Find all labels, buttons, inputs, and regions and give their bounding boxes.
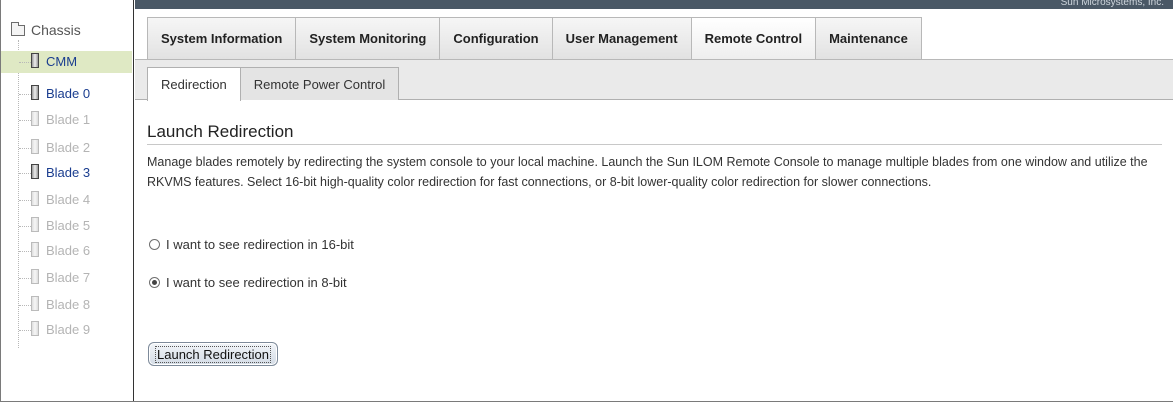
option-label: I want to see redirection in 8-bit: [166, 274, 347, 290]
tree-item-label: Blade 4: [46, 192, 91, 207]
blade-icon: [31, 111, 39, 126]
blade-icon: [31, 321, 39, 336]
launch-button-label: Launch Redirection: [155, 345, 272, 363]
subtab-redirection[interactable]: Redirection: [147, 67, 241, 101]
subtab-remote-power-control[interactable]: Remote Power Control: [240, 67, 400, 100]
tree-item-blade-9: Blade 9: [1, 319, 132, 341]
tree-item-cmm[interactable]: CMM: [1, 51, 132, 73]
blade-icon: [31, 139, 39, 154]
chassis-tree-sidebar: Chassis CMM Blade 0 Blade 1 Blade 2 Blad…: [1, 0, 134, 401]
tab-configuration[interactable]: Configuration: [439, 17, 552, 60]
folder-icon: [11, 21, 25, 36]
tree-item-label: Blade 8: [46, 297, 91, 312]
radio-button-selected[interactable]: [149, 276, 160, 288]
tree-item-blade-0[interactable]: Blade 0: [1, 83, 132, 105]
option-8-bit[interactable]: I want to see redirection in 8-bit: [149, 272, 347, 292]
tree-item-label: CMM: [46, 54, 78, 69]
tree-item-blade-7: Blade 7: [1, 267, 132, 289]
tree-item-label: Blade 2: [46, 140, 91, 155]
blade-icon: [31, 269, 39, 284]
tree-item-label: Blade 6: [46, 243, 91, 258]
blade-icon: [31, 242, 39, 257]
option-16-bit[interactable]: I want to see redirection in 16-bit: [149, 234, 354, 254]
tree-item-label: Blade 7: [46, 270, 91, 285]
page-description: Manage blades remotely by redirecting th…: [147, 155, 1148, 189]
tree-item-label: Blade 9: [46, 322, 91, 337]
sub-tabs: Redirection Remote Power Control: [147, 67, 400, 101]
blade-icon: [31, 191, 39, 206]
tab-system-information[interactable]: System Information: [147, 17, 296, 60]
page-title: Launch Redirection: [147, 122, 294, 141]
tab-user-management[interactable]: User Management: [551, 17, 691, 60]
option-label: I want to see redirection in 16-bit: [166, 236, 354, 252]
tab-system-monitoring[interactable]: System Monitoring: [295, 17, 440, 60]
tree-root-label: Chassis: [31, 22, 81, 38]
blade-icon: [31, 217, 39, 232]
tree-item-blade-4: Blade 4: [1, 189, 132, 211]
tab-maintenance[interactable]: Maintenance: [815, 17, 922, 60]
app-window: Chassis CMM Blade 0 Blade 1 Blade 2 Blad…: [0, 0, 1173, 402]
tree-item-blade-6: Blade 6: [1, 240, 132, 262]
launch-redirection-button[interactable]: Launch Redirection: [148, 342, 279, 366]
tree-root-chassis[interactable]: Chassis: [11, 21, 81, 39]
tab-remote-control[interactable]: Remote Control: [690, 17, 816, 60]
tree-item-blade-2: Blade 2: [1, 137, 132, 159]
tree-item-label: Blade 1: [46, 112, 91, 127]
tree-item-label: Blade 0: [46, 86, 91, 101]
cmm-icon: [31, 53, 39, 68]
brand-text: Sun Microsystems, Inc.: [1060, 0, 1164, 8]
main-tab-bar: System Information System Monitoring Con…: [147, 17, 922, 60]
tree-item-blade-5: Blade 5: [1, 215, 132, 237]
blade-icon: [31, 85, 39, 100]
blade-icon: [31, 296, 39, 311]
tree-item-blade-3[interactable]: Blade 3: [1, 162, 132, 184]
tree-item-label: Blade 3: [46, 165, 91, 180]
brand-strip: Sun Microsystems, Inc.: [135, 0, 1173, 9]
radio-button[interactable]: [149, 238, 160, 250]
blade-icon: [31, 164, 39, 179]
title-divider: [147, 144, 1162, 145]
tree-item-blade-8: Blade 8: [1, 294, 132, 316]
tree-item-label: Blade 5: [46, 218, 91, 233]
tree-item-blade-1: Blade 1: [1, 109, 132, 131]
